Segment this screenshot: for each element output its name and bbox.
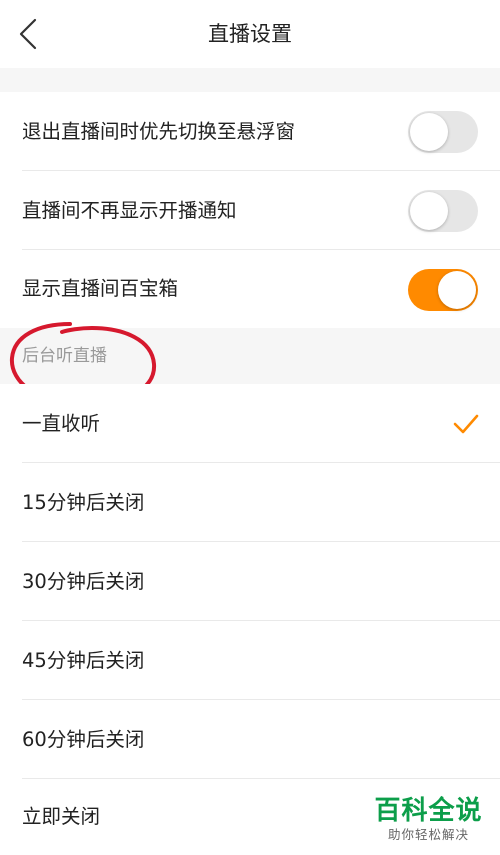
- watermark-sub: 助你轻松解决: [387, 827, 469, 842]
- setting-row-treasure-box: 显示直播间百宝箱: [0, 250, 500, 328]
- option-row-45min[interactable]: 45分钟后关闭: [0, 621, 500, 700]
- setting-label: 直播间不再显示开播通知: [22, 199, 237, 222]
- treasure-box-toggle[interactable]: [408, 269, 478, 311]
- setting-label: 退出直播间时优先切换至悬浮窗: [22, 120, 296, 143]
- setting-row-hide-notification: 直播间不再显示开播通知: [0, 171, 500, 250]
- option-label: 立即关闭: [22, 805, 101, 828]
- option-label: 30分钟后关闭: [22, 570, 145, 593]
- nav-bar: 直播设置: [0, 0, 500, 68]
- section-title: 后台听直播: [22, 346, 107, 366]
- section-header-background-listen: 后台听直播: [0, 328, 500, 384]
- section-gap: [0, 68, 500, 92]
- floating-window-toggle[interactable]: [408, 111, 478, 153]
- hide-notification-toggle[interactable]: [408, 190, 478, 232]
- toggle-knob: [410, 113, 448, 151]
- toggle-knob: [410, 192, 448, 230]
- option-row-30min[interactable]: 30分钟后关闭: [0, 542, 500, 621]
- setting-label: 显示直播间百宝箱: [22, 277, 179, 300]
- option-row-60min[interactable]: 60分钟后关闭: [0, 700, 500, 779]
- checkmark-icon: [453, 414, 479, 434]
- watermark-main: 百科全说: [374, 796, 483, 826]
- option-row-always[interactable]: 一直收听: [0, 384, 500, 463]
- option-label: 45分钟后关闭: [22, 649, 145, 672]
- toggle-knob: [438, 271, 476, 309]
- option-label: 一直收听: [22, 412, 101, 435]
- setting-row-floating-window: 退出直播间时优先切换至悬浮窗: [0, 92, 500, 171]
- option-label: 15分钟后关闭: [22, 491, 145, 514]
- watermark-logo: 百科全说 助你轻松解决: [371, 795, 486, 843]
- option-row-15min[interactable]: 15分钟后关闭: [0, 463, 500, 542]
- option-label: 60分钟后关闭: [22, 728, 145, 751]
- page-title: 直播设置: [208, 22, 292, 46]
